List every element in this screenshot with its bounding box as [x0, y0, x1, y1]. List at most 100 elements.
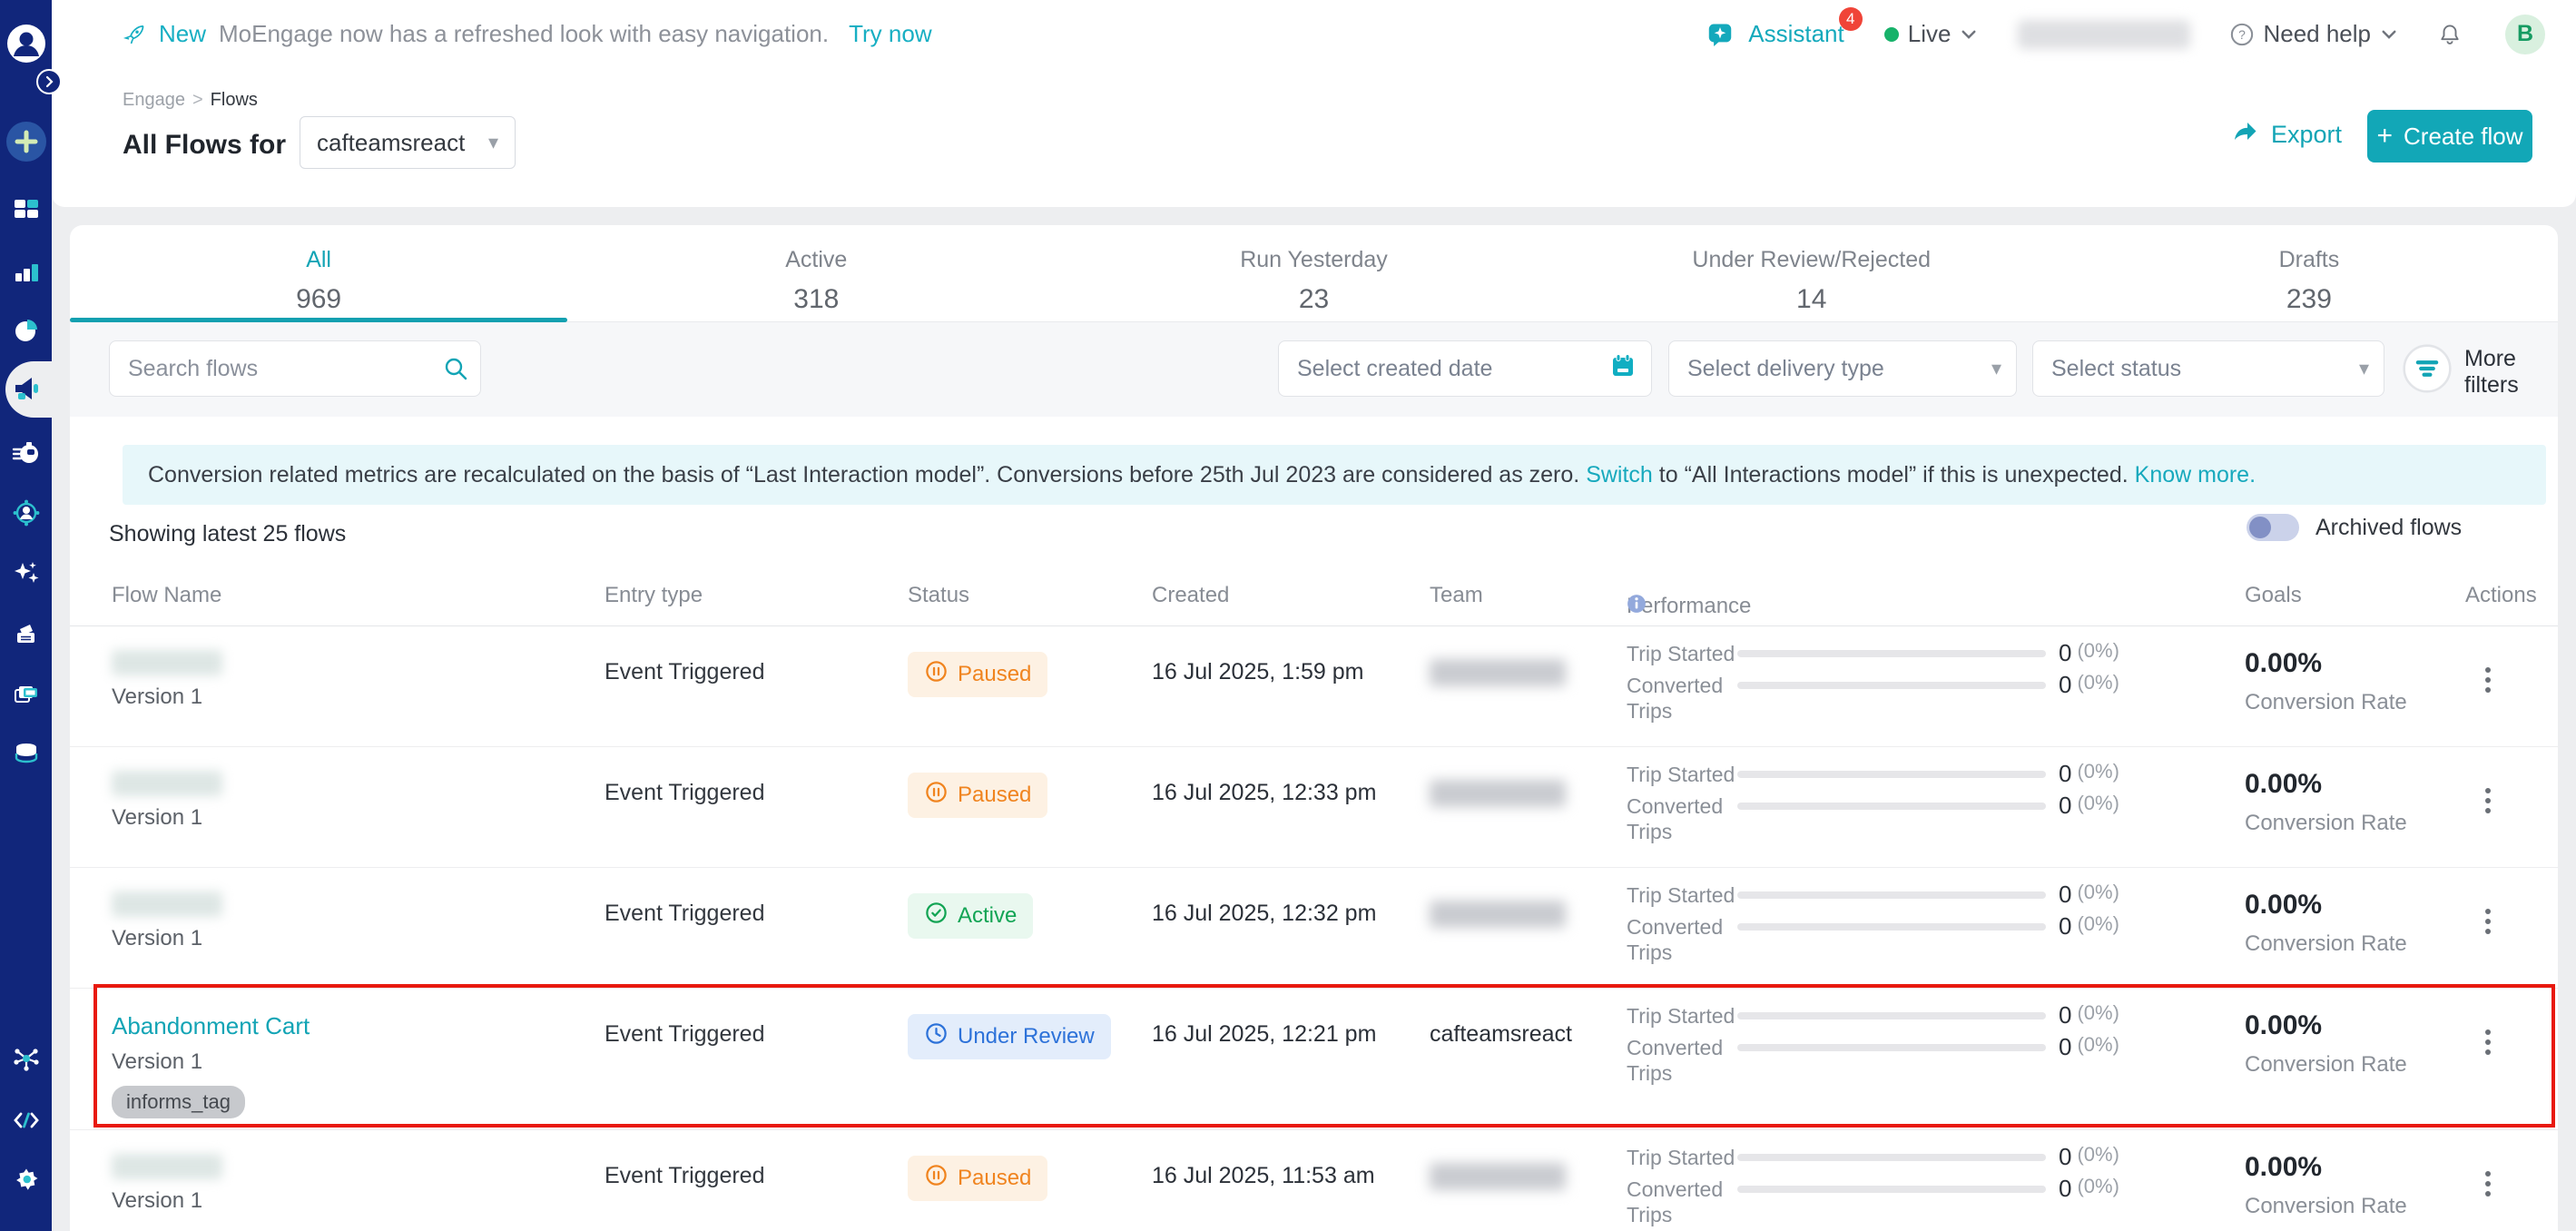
- showing-count-label: Showing latest 25 flows: [109, 521, 346, 547]
- page-title: All Flows for: [123, 130, 286, 161]
- row-actions-kebab[interactable]: [2480, 657, 2496, 703]
- dashboard-icon[interactable]: [13, 195, 40, 222]
- need-help-menu[interactable]: ? Need help: [2230, 20, 2398, 48]
- content-docs-icon[interactable]: [13, 620, 40, 647]
- row-actions-kebab[interactable]: [2480, 899, 2496, 944]
- flow-version: Version 1: [112, 1188, 584, 1214]
- flow-name-cell: Version 1: [112, 1154, 584, 1214]
- goal-value: 0.00%: [2245, 1152, 2407, 1183]
- export-label: Export: [2271, 121, 2342, 149]
- tab-run-yesterday[interactable]: Run Yesterday23: [1065, 225, 1562, 321]
- switch-link[interactable]: Switch: [1586, 462, 1653, 487]
- info-icon[interactable]: [1627, 594, 1647, 620]
- user-avatar[interactable]: B: [2505, 15, 2545, 54]
- archived-flows-toggle[interactable]: [2247, 514, 2299, 541]
- audience-target-icon[interactable]: [13, 499, 40, 527]
- entry-type-cell: Event Triggered: [605, 659, 765, 685]
- metric-label: Trip Started: [1627, 1001, 1735, 1029]
- left-navigation-sidebar: [0, 0, 52, 1231]
- archived-flows-control: Archived flows: [2247, 514, 2462, 541]
- row-actions-kebab[interactable]: [2480, 778, 2496, 823]
- team-selector-dropdown[interactable]: cafteamsreact ▾: [300, 116, 516, 169]
- header-entry-type: Entry type: [605, 583, 703, 608]
- breadcrumb-engage[interactable]: Engage: [123, 90, 185, 111]
- goal-label: Conversion Rate: [2245, 1052, 2407, 1078]
- metric-value: 0: [2059, 639, 2071, 667]
- environment-selector[interactable]: Live: [1884, 20, 1979, 48]
- developer-api-icon[interactable]: [13, 1107, 40, 1134]
- performance-metric: Trip Started0(0%): [1627, 881, 2244, 909]
- performance-metric: Converted Trips0(0%): [1627, 1175, 2244, 1227]
- top-bar-actions: Assistant 4 Live ? Need help B: [1708, 0, 2545, 68]
- moengage-logo[interactable]: [6, 24, 46, 64]
- goals-cell: 0.00% Conversion Rate: [2245, 648, 2407, 715]
- scheduled-timer-icon[interactable]: [12, 438, 41, 468]
- more-filters-button[interactable]: More filters: [2403, 344, 2558, 399]
- toggle-knob: [2249, 517, 2271, 538]
- campaigns-megaphone-icon[interactable]: [12, 374, 41, 403]
- ai-sparkles-icon[interactable]: [13, 559, 40, 586]
- know-more-link[interactable]: Know more.: [2135, 462, 2256, 487]
- tab-under-review-rejected[interactable]: Under Review/Rejected 14: [1563, 225, 2060, 321]
- tab-label: Active: [567, 247, 1065, 273]
- assistant-button[interactable]: Assistant 4: [1708, 20, 1844, 48]
- goals-cell: 0.00% Conversion Rate: [2245, 890, 2407, 957]
- header-goals: Goals: [2245, 583, 2302, 608]
- delivery-type-placeholder: Select delivery type: [1687, 356, 1884, 382]
- settings-gear-icon[interactable]: [13, 1167, 40, 1194]
- status-filter[interactable]: Select status ▾: [2032, 340, 2384, 397]
- archived-flows-label: Archived flows: [2315, 515, 2462, 541]
- data-management-icon[interactable]: [13, 740, 40, 767]
- goals-cell: 0.00% Conversion Rate: [2245, 1010, 2407, 1078]
- delivery-type-filter[interactable]: Select delivery type ▾: [1668, 340, 2017, 397]
- breadcrumb-separator: >: [192, 90, 203, 111]
- page-header: Engage > Flows All Flows for cafteamsrea…: [52, 68, 2576, 207]
- notifications-bell-button[interactable]: [2438, 23, 2465, 46]
- performance-cell: Trip Started0(0%)Converted Trips0(0%): [1627, 881, 2244, 969]
- tab-drafts[interactable]: Drafts239: [2060, 225, 2558, 321]
- flow-name-link[interactable]: Abandonment Cart: [112, 1012, 310, 1040]
- metric-progress-bar: [1737, 923, 2046, 931]
- chevron-down-icon: ▾: [488, 131, 498, 154]
- header-flow-name: Flow Name: [112, 583, 221, 608]
- tab-count: 14: [1563, 284, 2060, 315]
- templates-layers-icon[interactable]: [13, 680, 40, 707]
- reports-pie-icon[interactable]: [13, 317, 40, 344]
- analytics-icon[interactable]: [13, 259, 40, 286]
- metric-value: 0: [2059, 760, 2071, 788]
- metric-progress-bar: [1737, 1154, 2046, 1161]
- redacted-team-name: [1430, 659, 1566, 686]
- try-now-link[interactable]: Try now: [849, 20, 932, 48]
- performance-metric: Converted Trips0(0%): [1627, 1033, 2244, 1086]
- live-label: Live: [1908, 20, 1952, 48]
- status-cell: Paused: [908, 1156, 1047, 1201]
- calendar-icon: [1609, 352, 1637, 386]
- metric-percent: (0%): [2077, 671, 2119, 694]
- metric-progress-bar: [1737, 1012, 2046, 1019]
- export-button[interactable]: Export: [2231, 117, 2342, 153]
- created-date-filter[interactable]: Select created date: [1278, 340, 1652, 397]
- header-created: Created: [1152, 583, 1229, 608]
- need-help-label: Need help: [2263, 20, 2371, 48]
- tab-all[interactable]: All969: [70, 225, 567, 321]
- goals-cell: 0.00% Conversion Rate: [2245, 769, 2407, 836]
- tab-label: Under Review/Rejected: [1563, 247, 2060, 273]
- rocket-icon: [123, 23, 146, 46]
- tab-active[interactable]: Active318: [567, 225, 1065, 321]
- create-new-button[interactable]: [5, 121, 47, 162]
- metric-progress-bar: [1737, 771, 2046, 778]
- search-input[interactable]: [109, 340, 481, 397]
- row-actions-kebab[interactable]: [2480, 1019, 2496, 1065]
- metric-value: 0: [2059, 671, 2071, 699]
- row-actions-kebab[interactable]: [2480, 1161, 2496, 1206]
- performance-metric: Converted Trips0(0%): [1627, 912, 2244, 965]
- table-row: Abandonment Cart Version 1 informs_tag E…: [70, 989, 2558, 1130]
- metric-percent: (0%): [2077, 1175, 2119, 1198]
- create-flow-button[interactable]: + Create flow: [2367, 110, 2532, 162]
- metric-value: 0: [2059, 881, 2071, 909]
- metric-label: Trip Started: [1627, 1143, 1735, 1170]
- integrations-network-icon[interactable]: [13, 1045, 40, 1072]
- metric-percent: (0%): [2077, 881, 2119, 904]
- metric-value: 0: [2059, 1143, 2071, 1171]
- sidebar-expand-chevron[interactable]: [35, 68, 63, 95]
